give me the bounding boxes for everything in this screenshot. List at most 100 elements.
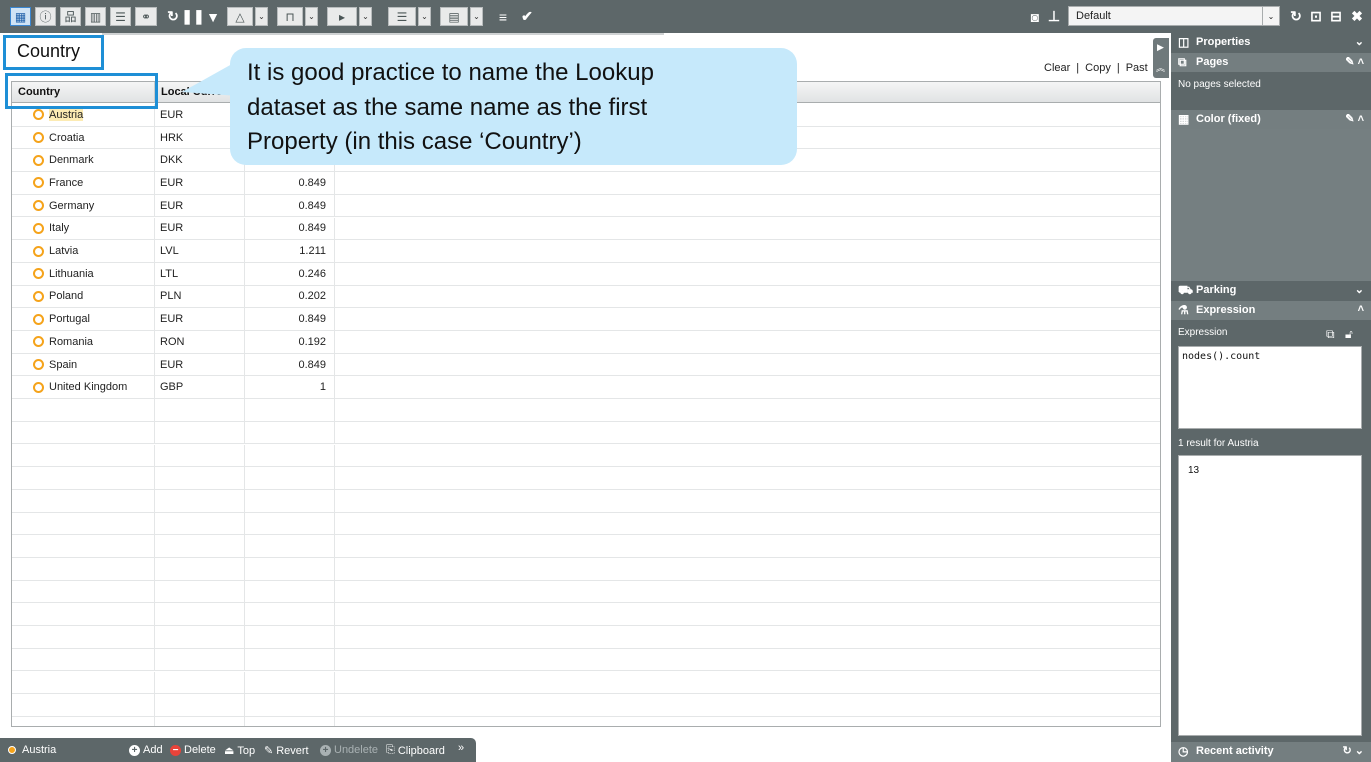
table-row[interactable] xyxy=(12,399,1160,422)
cell-currency[interactable]: PLN xyxy=(155,285,245,308)
table-row[interactable] xyxy=(12,421,1160,445)
expression-input[interactable]: nodes().count xyxy=(1178,346,1362,429)
cell-rate[interactable] xyxy=(245,489,335,512)
save-icon[interactable]: ⊟ xyxy=(1327,7,1345,26)
camera-icon[interactable]: ◙ xyxy=(1025,7,1045,26)
bookmark-icon[interactable]: ⊓ xyxy=(277,7,303,26)
cell-rate[interactable]: 0.849 xyxy=(245,353,335,376)
cell-country[interactable]: Lithuania xyxy=(12,262,155,285)
table-row[interactable]: Lithuania LTL 0.246 xyxy=(12,262,1160,286)
cell-country[interactable] xyxy=(12,512,155,535)
cell-currency[interactable] xyxy=(155,535,245,557)
cell-rate[interactable]: 0.849 xyxy=(245,194,335,217)
table-row[interactable]: United Kingdom GBP 1 xyxy=(12,376,1160,400)
table-row[interactable]: Germany EUR 0.849 xyxy=(12,194,1160,218)
list-indent-icon[interactable]: ☰ xyxy=(388,7,416,26)
cell-currency[interactable]: LTL xyxy=(155,262,245,285)
cell-rate[interactable]: 0.202 xyxy=(245,285,335,308)
check-icon[interactable]: ✔ xyxy=(518,7,536,26)
list-indent-dropdown-icon[interactable]: ⌄ xyxy=(418,7,431,26)
table-row[interactable] xyxy=(12,671,1160,695)
cell-currency[interactable] xyxy=(155,512,245,535)
cell-rate[interactable]: 0.849 xyxy=(245,308,335,330)
cell-country[interactable] xyxy=(12,399,155,421)
edit-icon[interactable]: ✎ ˄ xyxy=(1345,112,1364,125)
delete-button[interactable]: − Delete xyxy=(170,744,216,756)
edit-icon[interactable]: ✎ ˄ xyxy=(1345,55,1364,68)
cell-rate[interactable] xyxy=(245,558,335,580)
cell-rate[interactable]: 0.246 xyxy=(245,262,335,285)
clear-link[interactable]: Clear xyxy=(1044,62,1070,74)
save-as-icon[interactable]: ⊡ xyxy=(1307,7,1325,26)
table-row[interactable]: Italy EUR 0.849 xyxy=(12,217,1160,241)
revert-button[interactable]: ✎ Revert xyxy=(264,744,309,758)
properties-header[interactable]: ◫ Properties ⌄ xyxy=(1171,33,1371,52)
pages-header[interactable]: ⧉ Pages ✎ ˄ xyxy=(1171,53,1371,72)
table-row[interactable]: Portugal EUR 0.849 xyxy=(12,308,1160,331)
view-select[interactable]: Default ⌄ xyxy=(1068,6,1280,26)
cell-rate[interactable] xyxy=(245,671,335,694)
table-row[interactable]: Romania RON 0.192 xyxy=(12,331,1160,354)
add-button[interactable]: + Add xyxy=(129,744,163,756)
table-icon[interactable]: ▤ xyxy=(440,7,468,26)
cell-currency[interactable]: EUR xyxy=(155,217,245,240)
cell-country[interactable]: Italy xyxy=(12,217,155,240)
refresh-icon[interactable]: ↻ ⌄ xyxy=(1343,744,1365,757)
cell-country[interactable] xyxy=(12,467,155,489)
cell-currency[interactable]: EUR xyxy=(155,353,245,376)
cell-currency[interactable] xyxy=(155,444,245,467)
cell-rate[interactable] xyxy=(245,580,335,603)
cell-country[interactable]: Poland xyxy=(12,285,155,308)
undelete-button[interactable]: + Undelete xyxy=(320,744,378,756)
cell-country[interactable] xyxy=(12,421,155,444)
play-dropdown-icon[interactable]: ⌄ xyxy=(359,7,372,26)
cell-currency[interactable]: EUR xyxy=(155,308,245,330)
paste-link[interactable]: Past xyxy=(1126,62,1148,74)
cell-country[interactable]: Croatia xyxy=(12,126,155,149)
cell-rate[interactable] xyxy=(245,603,335,626)
triangle-dropdown-icon[interactable]: ⌄ xyxy=(255,7,268,26)
table-row[interactable]: France EUR 0.849 xyxy=(12,172,1160,195)
table-row[interactable] xyxy=(12,489,1160,513)
cell-country[interactable]: Germany xyxy=(12,194,155,217)
table-row[interactable] xyxy=(12,512,1160,536)
link-icon[interactable]: ⚭ xyxy=(135,7,157,26)
table-row[interactable] xyxy=(12,648,1160,672)
cell-currency[interactable] xyxy=(155,648,245,671)
cell-rate[interactable] xyxy=(245,648,335,671)
table-row[interactable] xyxy=(12,580,1160,604)
hierarchy-icon[interactable]: 品 xyxy=(60,7,81,26)
cell-country[interactable] xyxy=(12,580,155,603)
cell-country[interactable]: Spain xyxy=(12,353,155,376)
cell-country[interactable]: Latvia xyxy=(12,240,155,262)
close-icon[interactable]: ✖ xyxy=(1348,7,1366,26)
table-row[interactable] xyxy=(12,444,1160,468)
cell-rate[interactable] xyxy=(245,421,335,444)
table-row[interactable] xyxy=(12,558,1160,581)
cell-country[interactable] xyxy=(12,694,155,716)
cell-country[interactable]: Portugal xyxy=(12,308,155,330)
table-row[interactable]: Poland PLN 0.202 xyxy=(12,285,1160,309)
cell-country[interactable] xyxy=(12,444,155,467)
cell-currency[interactable] xyxy=(155,467,245,489)
parking-header[interactable]: ⛟ Parking ⌄ xyxy=(1171,281,1371,300)
cell-country[interactable] xyxy=(12,626,155,648)
top-button[interactable]: ⏏ Top xyxy=(224,744,255,758)
more-button[interactable]: » xyxy=(458,742,464,754)
cell-currency[interactable] xyxy=(155,558,245,580)
cell-country[interactable] xyxy=(12,603,155,626)
menu-icon[interactable]: ≡ xyxy=(494,7,512,26)
cell-rate[interactable] xyxy=(245,535,335,557)
copy-icon[interactable]: ⧉ xyxy=(1326,327,1335,342)
recent-activity-header[interactable]: ◷ Recent activity ↻ ⌄ xyxy=(1171,742,1371,762)
cell-country[interactable] xyxy=(12,648,155,671)
clipboard-button[interactable]: ⎘ Clipboard xyxy=(386,744,445,757)
list-icon[interactable]: ☰ xyxy=(110,7,131,26)
cell-rate[interactable] xyxy=(245,467,335,489)
cell-currency[interactable]: EUR xyxy=(155,172,245,194)
table-row[interactable] xyxy=(12,535,1160,558)
cell-country[interactable]: Romania xyxy=(12,331,155,353)
pause-icon[interactable]: ❚❚ xyxy=(181,7,204,26)
cell-country[interactable]: France xyxy=(12,172,155,194)
cell-currency[interactable] xyxy=(155,399,245,421)
